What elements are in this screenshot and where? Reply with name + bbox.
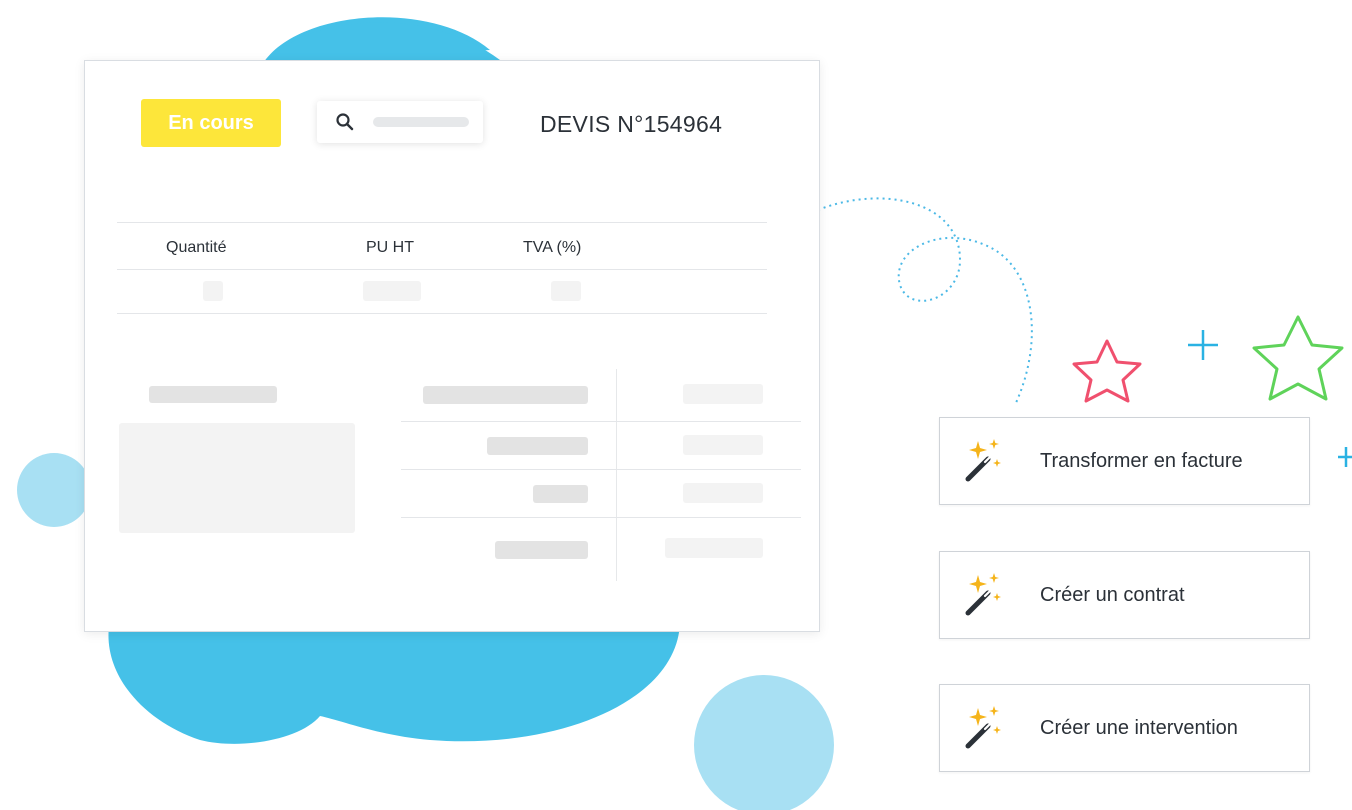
action-label: Transformer en facture [1040, 449, 1243, 472]
left-circle [17, 453, 91, 527]
column-header-unit-price: PU HT [366, 239, 414, 256]
cell-placeholder [203, 281, 223, 301]
action-label: Créer un contrat [1040, 583, 1185, 606]
label-placeholder [423, 386, 588, 404]
dotted-swirl [817, 197, 1033, 406]
divider [401, 421, 801, 422]
quote-card: En cours DEVIS N°154964 Quantité PU HT T… [84, 60, 820, 632]
plus-icon [1338, 447, 1352, 467]
notes-placeholder [119, 423, 355, 533]
create-intervention-button[interactable]: Créer une intervention [939, 684, 1310, 772]
divider [117, 222, 767, 223]
text-placeholder [149, 386, 277, 403]
magic-wand-icon [965, 439, 1001, 482]
create-contract-button[interactable]: Créer un contrat [939, 551, 1310, 639]
divider [401, 517, 801, 518]
divider [616, 369, 617, 581]
column-header-vat: TVA (%) [523, 239, 582, 256]
magic-wand-icon [965, 706, 1001, 749]
quote-title: DEVIS N°154964 [540, 111, 723, 137]
cell-placeholder [551, 281, 581, 301]
label-placeholder [533, 485, 588, 503]
plus-icon [1188, 330, 1218, 360]
column-header-quantity: Quantité [166, 239, 227, 256]
divider [401, 469, 801, 470]
pink-star [1072, 339, 1142, 403]
divider [117, 313, 767, 314]
value-placeholder [665, 538, 763, 558]
search-placeholder-bar [373, 117, 469, 127]
value-placeholder [683, 435, 763, 455]
transform-to-invoice-button[interactable]: Transformer en facture [939, 417, 1310, 505]
label-placeholder [495, 541, 588, 559]
bottom-circle [694, 675, 834, 810]
green-star [1252, 315, 1344, 401]
magic-wand-icon [965, 573, 1001, 616]
status-badge[interactable]: En cours [141, 99, 281, 147]
cell-placeholder [363, 281, 421, 301]
label-placeholder [487, 437, 588, 455]
value-placeholder [683, 483, 763, 503]
search-input[interactable] [317, 101, 483, 143]
divider [117, 269, 767, 270]
value-placeholder [683, 384, 763, 404]
search-icon [336, 113, 354, 131]
action-label: Créer une intervention [1040, 716, 1238, 739]
